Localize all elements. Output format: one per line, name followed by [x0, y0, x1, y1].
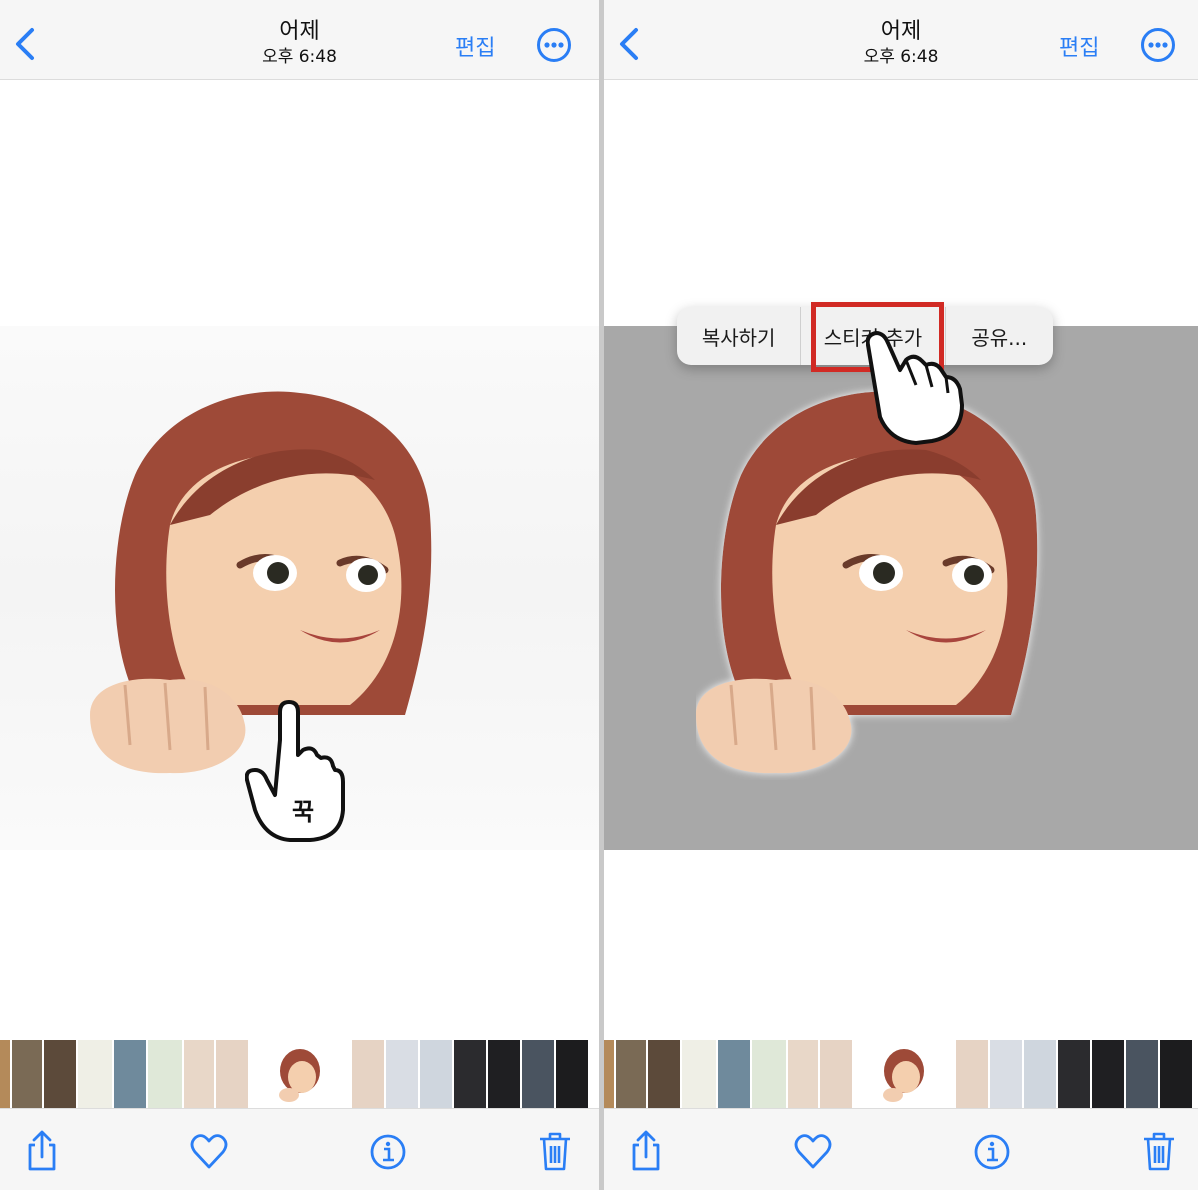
- heart-icon[interactable]: [793, 1129, 833, 1173]
- thumbnail[interactable]: [1160, 1040, 1192, 1108]
- ellipsis-circle-icon[interactable]: [1140, 27, 1176, 63]
- ellipsis-circle-icon[interactable]: [536, 27, 572, 63]
- thumbnail[interactable]: [148, 1040, 182, 1108]
- context-menu: 복사하기 스티커 추가 공유...: [677, 307, 1053, 365]
- bottom-toolbar: [0, 1108, 599, 1190]
- thumbnail-selected[interactable]: [262, 1040, 338, 1108]
- thumbnail[interactable]: [956, 1040, 988, 1108]
- page-subtitle: 오후 6:48: [262, 47, 337, 67]
- thumbnail[interactable]: [216, 1040, 248, 1108]
- thumbnail[interactable]: [522, 1040, 554, 1108]
- trash-icon[interactable]: [1139, 1129, 1179, 1173]
- thumbnail-strip[interactable]: [604, 1040, 1198, 1108]
- thumbnail[interactable]: [718, 1040, 750, 1108]
- thumbnail[interactable]: [12, 1040, 42, 1108]
- thumbnail-strip[interactable]: [0, 1040, 599, 1108]
- info-icon[interactable]: [368, 1129, 408, 1173]
- chevron-left-icon[interactable]: [10, 26, 40, 62]
- bottom-toolbar: [604, 1108, 1198, 1190]
- thumbnail[interactable]: [556, 1040, 588, 1108]
- thumbnail-selected[interactable]: [866, 1040, 942, 1108]
- chevron-left-icon[interactable]: [614, 26, 644, 62]
- heart-icon[interactable]: [189, 1129, 229, 1173]
- thumbnail[interactable]: [420, 1040, 452, 1108]
- thumbnail[interactable]: [78, 1040, 112, 1108]
- thumbnail[interactable]: [604, 1040, 614, 1108]
- info-icon[interactable]: [972, 1129, 1012, 1173]
- memoji-thumbnail-icon: [883, 1049, 924, 1102]
- thumbnail[interactable]: [990, 1040, 1022, 1108]
- share-icon[interactable]: [22, 1129, 62, 1173]
- photo-viewer-right: 어제 오후 6:48 편집 복사하기 스티커 추가 공유...: [604, 0, 1198, 1190]
- thumbnail[interactable]: [1024, 1040, 1056, 1108]
- press-gesture-icon: 꾹: [245, 700, 345, 842]
- tap-gesture-icon: [866, 331, 964, 445]
- thumbnail[interactable]: [0, 1040, 10, 1108]
- thumbnail[interactable]: [44, 1040, 76, 1108]
- trash-icon[interactable]: [535, 1129, 575, 1173]
- edit-button[interactable]: 편집: [1059, 30, 1099, 62]
- thumbnail[interactable]: [616, 1040, 646, 1108]
- thumbnail[interactable]: [752, 1040, 786, 1108]
- thumbnail[interactable]: [184, 1040, 214, 1108]
- copy-menu-item[interactable]: 복사하기: [677, 307, 800, 365]
- memoji-thumbnail-icon: [279, 1049, 320, 1102]
- navigation-bar: 어제 오후 6:48 편집: [0, 0, 599, 80]
- page-subtitle: 오후 6:48: [863, 47, 939, 67]
- thumbnail[interactable]: [488, 1040, 520, 1108]
- thumbnail[interactable]: [114, 1040, 146, 1108]
- thumbnail[interactable]: [454, 1040, 486, 1108]
- thumbnail[interactable]: [1058, 1040, 1090, 1108]
- page-title: 어제: [880, 19, 922, 44]
- photo-viewer-left: 어제 오후 6:48 편집 꾹: [0, 0, 599, 1190]
- thumbnail[interactable]: [1092, 1040, 1124, 1108]
- thumbnail[interactable]: [1126, 1040, 1158, 1108]
- navigation-bar: 어제 오후 6:48 편집: [604, 0, 1198, 80]
- share-icon[interactable]: [626, 1129, 666, 1173]
- thumbnail[interactable]: [820, 1040, 852, 1108]
- thumbnail[interactable]: [648, 1040, 680, 1108]
- thumbnail[interactable]: [682, 1040, 716, 1108]
- thumbnail[interactable]: [788, 1040, 818, 1108]
- thumbnail[interactable]: [386, 1040, 418, 1108]
- page-title: 어제: [279, 19, 320, 44]
- thumbnail[interactable]: [352, 1040, 384, 1108]
- press-label: 꾹: [292, 798, 314, 826]
- edit-button[interactable]: 편집: [455, 30, 495, 62]
